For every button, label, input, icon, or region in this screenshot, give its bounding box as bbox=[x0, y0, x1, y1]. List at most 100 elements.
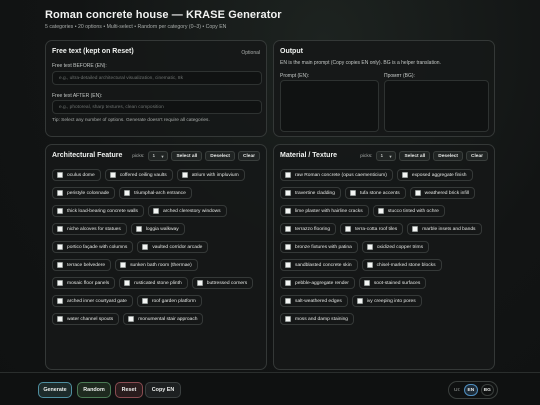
option-chip[interactable]: lime plaster with hairline cracks bbox=[280, 205, 369, 217]
checkbox-icon[interactable] bbox=[356, 298, 363, 304]
option-chip[interactable]: buttressed corners bbox=[191, 277, 254, 289]
checkbox-icon[interactable] bbox=[57, 262, 63, 268]
option-chip[interactable]: salt-weathered edges bbox=[280, 295, 348, 307]
checkbox-icon[interactable] bbox=[109, 172, 116, 178]
option-chip[interactable]: mosaic floor panels bbox=[52, 277, 116, 289]
before-input[interactable]: e.g., ultra-detailed architectural visua… bbox=[52, 71, 262, 85]
option-chip[interactable]: terrace belvedere bbox=[52, 259, 112, 271]
checkbox-icon[interactable] bbox=[285, 190, 291, 196]
lang-en-button[interactable]: EN bbox=[464, 384, 478, 396]
option-chip[interactable]: weathered brick infill bbox=[409, 187, 475, 199]
option-chip[interactable]: oxidized copper trims bbox=[361, 241, 430, 253]
checkbox-icon[interactable] bbox=[152, 208, 159, 214]
checkbox-icon[interactable] bbox=[285, 226, 291, 232]
checkbox-icon[interactable] bbox=[285, 262, 291, 268]
option-chip[interactable]: monumental stair approach bbox=[123, 313, 204, 325]
checkbox-icon[interactable] bbox=[363, 280, 370, 286]
generate-button[interactable]: Generate bbox=[38, 382, 72, 398]
checkbox-icon[interactable] bbox=[196, 280, 203, 286]
option-chip[interactable]: peristyle colonnade bbox=[52, 187, 116, 199]
option-chip[interactable]: coffered ceiling vaults bbox=[104, 169, 173, 181]
option-chip[interactable]: vaulted corridor arcade bbox=[137, 241, 209, 253]
option-chip[interactable]: rusticated stone plinth bbox=[119, 277, 188, 289]
select-all-button[interactable]: Select all bbox=[171, 151, 203, 161]
checkbox-icon[interactable] bbox=[57, 226, 63, 232]
checkbox-icon[interactable] bbox=[366, 244, 373, 250]
option-chip[interactable]: arched clerestory windows bbox=[147, 205, 227, 217]
checkbox-icon[interactable] bbox=[57, 172, 63, 178]
checkbox-icon[interactable] bbox=[366, 262, 373, 268]
checkbox-icon[interactable] bbox=[285, 172, 291, 178]
checkbox-icon[interactable] bbox=[377, 208, 384, 214]
option-chip[interactable]: loggia walkway bbox=[130, 223, 185, 235]
checkbox-icon[interactable] bbox=[285, 298, 291, 304]
deselect-button[interactable]: Deselect bbox=[433, 151, 463, 161]
checkbox-icon[interactable] bbox=[285, 316, 291, 322]
option-chip[interactable]: roof garden platform bbox=[136, 295, 202, 307]
option-chip[interactable]: marble insets and bands bbox=[407, 223, 482, 235]
checkbox-icon[interactable] bbox=[124, 280, 131, 286]
clear-button[interactable]: Clear bbox=[466, 151, 488, 161]
option-chip[interactable]: moss and damp staining bbox=[280, 313, 355, 325]
option-chip[interactable]: exposed aggregate finish bbox=[396, 169, 473, 181]
checkbox-icon[interactable] bbox=[57, 244, 63, 250]
option-chip[interactable]: bronze fixtures with patina bbox=[280, 241, 358, 253]
random-button[interactable]: Random bbox=[77, 382, 111, 398]
option-chip[interactable]: terra-cotta roof tiles bbox=[340, 223, 404, 235]
checkbox-icon[interactable] bbox=[120, 262, 127, 268]
prompt-en-textarea[interactable] bbox=[280, 80, 379, 132]
checkbox-icon[interactable] bbox=[57, 208, 63, 214]
checkbox-icon[interactable] bbox=[412, 226, 419, 232]
option-chip[interactable]: atrium with impluvium bbox=[176, 169, 245, 181]
option-chip[interactable]: soot-stained surfaces bbox=[358, 277, 427, 289]
option-chip[interactable]: triumphal-arch entrance bbox=[119, 187, 192, 199]
checkbox-icon[interactable] bbox=[345, 226, 352, 232]
reset-button[interactable]: Reset bbox=[115, 382, 143, 398]
option-chip[interactable]: tufa stone accents bbox=[344, 187, 406, 199]
option-chip[interactable]: travertine cladding bbox=[280, 187, 341, 199]
checkbox-icon[interactable] bbox=[57, 190, 63, 196]
picks-select[interactable]: 1 ▼ bbox=[148, 151, 169, 161]
clear-button[interactable]: Clear bbox=[238, 151, 260, 161]
lang-bg-button[interactable]: BG bbox=[480, 384, 494, 396]
checkbox-icon[interactable] bbox=[135, 226, 142, 232]
option-chip[interactable]: thick load-bearing concrete walls bbox=[52, 205, 144, 217]
after-input[interactable]: e.g., photoreal, sharp textures, clean c… bbox=[52, 100, 262, 114]
checkbox-icon[interactable] bbox=[285, 208, 291, 214]
checkbox-icon[interactable] bbox=[181, 172, 188, 178]
option-chip[interactable]: sandblasted concrete skin bbox=[280, 259, 358, 271]
checkbox-icon[interactable] bbox=[401, 172, 408, 178]
option-label: terra-cotta roof tiles bbox=[355, 226, 398, 232]
option-chip[interactable]: arched inner courtyard gate bbox=[52, 295, 133, 307]
checkbox-icon[interactable] bbox=[142, 244, 149, 250]
checkbox-icon[interactable] bbox=[141, 298, 148, 304]
prompt-bg-textarea[interactable] bbox=[384, 80, 489, 132]
checkbox-icon[interactable] bbox=[128, 316, 135, 322]
picks-select[interactable]: 1 ▼ bbox=[376, 151, 397, 161]
checkbox-icon[interactable] bbox=[124, 190, 131, 196]
checkbox-icon[interactable] bbox=[285, 244, 291, 250]
copy-en-button[interactable]: Copy EN bbox=[145, 382, 181, 398]
option-chip[interactable]: stucco tinted with ochre bbox=[372, 205, 445, 217]
checkbox-icon[interactable] bbox=[285, 280, 291, 286]
checkbox-icon[interactable] bbox=[57, 316, 63, 322]
option-chip[interactable]: chisel-marked stone blocks bbox=[361, 259, 442, 271]
option-label: lime plaster with hairline cracks bbox=[295, 208, 363, 214]
option-chip[interactable]: raw Roman concrete (opus caementicium) bbox=[280, 169, 393, 181]
option-label: ivy creeping into pores bbox=[366, 298, 416, 304]
checkbox-icon[interactable] bbox=[57, 280, 63, 286]
option-chip[interactable]: oculus dome bbox=[52, 169, 101, 181]
prompt-en-label: Prompt (EN): bbox=[280, 73, 310, 79]
option-chip[interactable]: terrazzo flooring bbox=[280, 223, 337, 235]
checkbox-icon[interactable] bbox=[414, 190, 421, 196]
option-chip[interactable]: sunken bath room (thermae) bbox=[115, 259, 198, 271]
checkbox-icon[interactable] bbox=[57, 298, 63, 304]
option-chip[interactable]: niche alcoves for statues bbox=[52, 223, 127, 235]
deselect-button[interactable]: Deselect bbox=[205, 151, 235, 161]
select-all-button[interactable]: Select all bbox=[399, 151, 431, 161]
option-chip[interactable]: pebble-aggregate render bbox=[280, 277, 355, 289]
checkbox-icon[interactable] bbox=[349, 190, 356, 196]
option-chip[interactable]: water channel spouts bbox=[52, 313, 120, 325]
option-chip[interactable]: portico façade with columns bbox=[52, 241, 134, 253]
option-chip[interactable]: ivy creeping into pores bbox=[351, 295, 422, 307]
